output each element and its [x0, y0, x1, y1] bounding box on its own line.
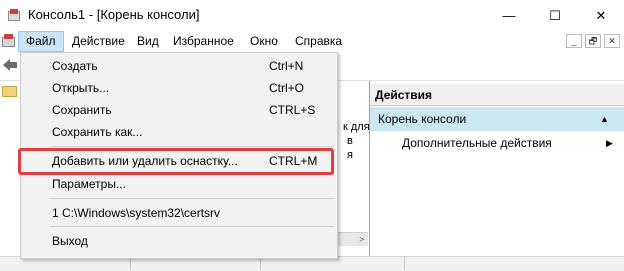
menu-separator: [50, 146, 334, 147]
menu-action[interactable]: Действие: [65, 31, 132, 52]
menu-file[interactable]: Файл: [18, 31, 64, 52]
status-divider: [404, 256, 405, 270]
menu-item-shortcut: Ctrl+N: [269, 59, 304, 73]
center-text-fragment-1: к для: [343, 121, 370, 133]
menu-separator: [50, 226, 334, 227]
mdi-close-button[interactable]: ✕: [604, 34, 620, 48]
menu-window[interactable]: Окно: [243, 31, 285, 52]
mdi-restore-button[interactable]: 🗗: [585, 34, 601, 48]
tree-pane[interactable]: [0, 81, 20, 256]
menu-item-create[interactable]: Создать Ctrl+N: [21, 55, 337, 77]
maximize-button[interactable]: ☐: [532, 0, 578, 31]
minimize-button[interactable]: —: [486, 0, 532, 31]
console-menu-icon[interactable]: [2, 33, 17, 48]
menu-item-label: Открыть...: [52, 81, 110, 95]
collapse-arrow-icon[interactable]: ▲: [600, 107, 609, 131]
menu-view[interactable]: Вид: [130, 31, 166, 52]
window-title: Консоль1 - [Корень консоли]: [28, 7, 200, 22]
menu-item-exit[interactable]: Выход: [21, 230, 337, 252]
center-text-fragment-3: я: [347, 149, 353, 161]
submenu-arrow-icon: ▶: [606, 138, 613, 148]
back-arrow-icon[interactable]: [2, 58, 18, 72]
menu-help[interactable]: Справка: [288, 31, 349, 52]
mdi-minimize-button[interactable]: _: [566, 34, 582, 48]
menu-item-options[interactable]: Параметры...: [21, 173, 337, 195]
menu-favorites[interactable]: Избранное: [166, 31, 241, 52]
menu-item-label: Параметры...: [52, 177, 126, 191]
menu-item-shortcut: Ctrl+O: [269, 81, 305, 95]
menu-separator: [50, 198, 334, 199]
menu-item-recent-file[interactable]: 1 C:\Windows\system32\certsrv: [21, 202, 337, 224]
menu-item-save[interactable]: Сохранить CTRL+S: [21, 99, 337, 121]
close-button[interactable]: ✕: [578, 0, 624, 31]
folder-icon[interactable]: [2, 86, 17, 97]
menu-item-save-as[interactable]: Сохранить как...: [21, 121, 337, 143]
menu-item-label: Выход: [52, 234, 88, 248]
menu-item-label: 1 C:\Windows\system32\certsrv: [52, 206, 221, 220]
horizontal-scrollbar[interactable]: >: [338, 232, 368, 246]
menu-item-open[interactable]: Открыть... Ctrl+O: [21, 77, 337, 99]
menu-item-label: Сохранить как...: [52, 125, 143, 139]
menu-item-label: Сохранить: [52, 103, 112, 117]
center-text-fragment-2: в: [347, 135, 353, 147]
menu-item-label: Создать: [52, 59, 98, 73]
actions-root-item[interactable]: Корень консоли: [370, 107, 624, 131]
actions-header: Действия: [370, 84, 624, 106]
highlight-box: [18, 148, 334, 175]
menu-item-shortcut: CTRL+S: [269, 103, 316, 117]
mmc-app-icon[interactable]: [8, 8, 22, 22]
more-actions-item[interactable]: Дополнительные действия: [402, 133, 552, 153]
